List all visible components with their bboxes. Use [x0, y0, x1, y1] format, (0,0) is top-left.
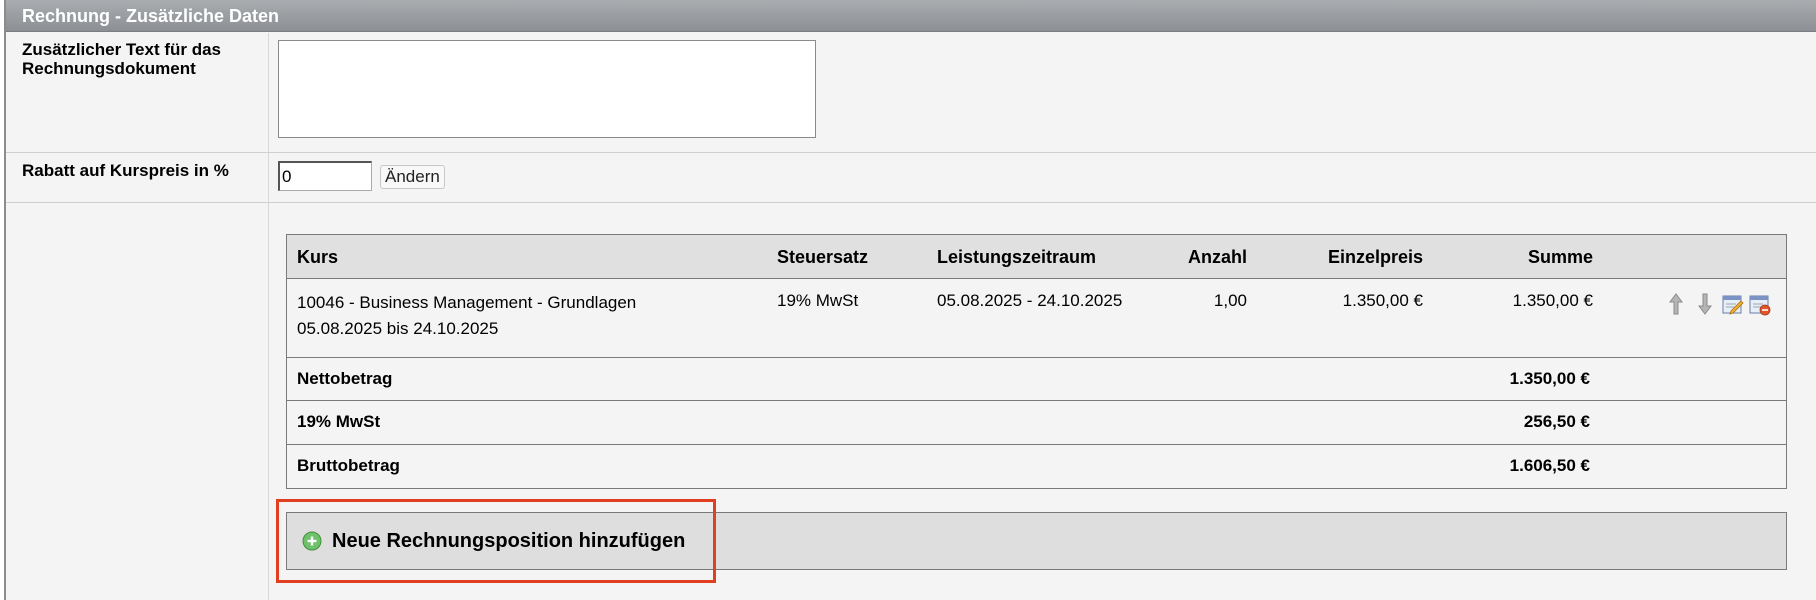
discount-label: Rabatt auf Kurspreis in % — [22, 161, 229, 180]
column-header-period: Leistungszeitraum — [937, 247, 1097, 267]
row-unit-price: 1.350,00 € — [1342, 291, 1423, 310]
gross-amount-value: 1.606,50 € — [1509, 456, 1590, 475]
course-name: 10046 - Business Management - Grundlagen — [297, 293, 637, 312]
change-discount-button[interactable]: Ändern — [380, 165, 445, 189]
row-period: 05.08.2025 - 24.10.2025 — [937, 291, 1123, 310]
discount-input[interactable] — [278, 161, 372, 191]
column-header-course: Kurs — [297, 247, 339, 267]
row-divider — [287, 357, 1786, 358]
column-header-tax-rate: Steuersatz — [777, 247, 869, 267]
extra-text-label: Zusätzlicher Text für das Rechnungsdokum… — [22, 40, 222, 78]
row-tax-rate: 19% MwSt — [777, 291, 859, 310]
edit-icon[interactable] — [1722, 292, 1744, 316]
invoice-extra-data-panel: Rechnung - Zusätzliche Daten Zusätzliche… — [4, 0, 1816, 600]
column-header-unit-price: Einzelpreis — [1327, 247, 1423, 267]
extra-text-textarea[interactable] — [278, 40, 816, 138]
column-header-quantity: Anzahl — [1187, 247, 1247, 267]
label-column-divider — [268, 33, 269, 600]
row-divider — [6, 152, 1816, 153]
table-header: Kurs Steuersatz Leistungszeitraum Anzahl… — [287, 235, 1786, 279]
tax-amount-label: 19% MwSt — [297, 412, 381, 431]
arrow-up-icon[interactable] — [1666, 292, 1686, 316]
invoice-positions-table: Kurs Steuersatz Leistungszeitraum Anzahl… — [286, 234, 1787, 489]
net-amount-value: 1.350,00 € — [1509, 369, 1590, 388]
row-sum: 1.350,00 € — [1512, 291, 1593, 310]
net-amount-label: Nettobetrag — [297, 369, 393, 388]
column-header-sum: Summe — [1527, 247, 1593, 267]
row-divider — [6, 202, 1816, 203]
row-quantity: 1,00 — [1213, 291, 1247, 310]
section-header: Rechnung - Zusätzliche Daten — [6, 0, 1816, 32]
plus-circle-icon[interactable] — [302, 531, 322, 551]
row-divider — [287, 444, 1786, 445]
arrow-down-icon[interactable] — [1695, 292, 1715, 316]
gross-amount-label: Bruttobetrag — [297, 456, 400, 475]
add-invoice-position-link[interactable]: Neue Rechnungsposition hinzufügen — [332, 530, 685, 553]
tax-amount-value: 256,50 € — [1523, 412, 1590, 431]
row-divider — [287, 400, 1786, 401]
course-dates: 05.08.2025 bis 24.10.2025 — [297, 319, 499, 338]
delete-icon[interactable] — [1749, 292, 1771, 316]
